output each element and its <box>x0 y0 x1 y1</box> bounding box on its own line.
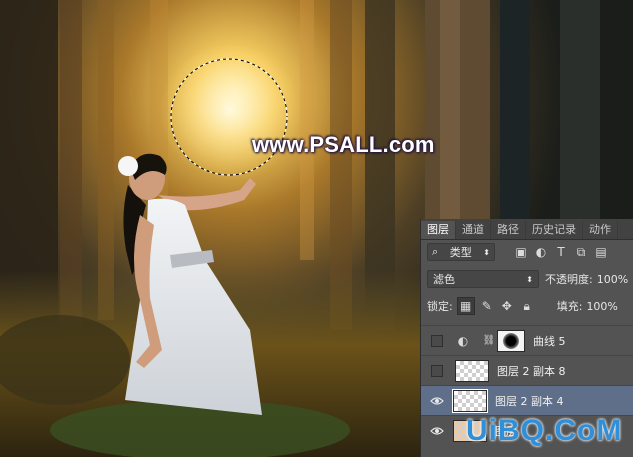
tab-history[interactable]: 历史记录 <box>526 221 583 239</box>
eye-icon[interactable] <box>430 424 444 438</box>
lock-transparency-icon[interactable]: ▦ <box>456 297 475 315</box>
fill-value[interactable]: 100% <box>586 300 617 313</box>
opacity-label: 不透明度: <box>545 273 593 286</box>
updown-icon: ⬍ <box>526 274 533 284</box>
layer-row[interactable]: ◐ ⛓ 曲线 5 <box>421 325 633 355</box>
blend-mode-value: 滤色 <box>433 273 455 286</box>
blend-row: 滤色 ⬍ 不透明度: 100% <box>421 269 633 289</box>
layer-name: 曲线 5 <box>533 334 566 348</box>
layer-name: 图层 2 副本 4 <box>495 394 564 408</box>
filter-adjustment-icon[interactable]: ◐ <box>533 244 549 260</box>
eye-icon[interactable] <box>430 394 444 408</box>
search-icon: ⌕ <box>432 245 439 258</box>
eye-icon-glyph <box>430 426 444 435</box>
opacity-value[interactable]: 100% <box>597 273 628 286</box>
panel-tabs: 图层 通道 路径 历史记录 动作 <box>421 219 633 240</box>
tab-paths[interactable]: 路径 <box>491 221 526 239</box>
lock-paint-icon[interactable]: ✎ <box>479 298 495 314</box>
lock-row: 锁定: ▦ ✎ ✥ 🔒︎ 填充: 100% <box>421 296 633 316</box>
lock-all-icon[interactable]: 🔒︎ <box>519 298 535 314</box>
updown-icon: ⬍ <box>483 247 490 257</box>
tab-layers[interactable]: 图层 <box>421 221 456 239</box>
layer-thumbnail <box>452 388 488 413</box>
tab-actions[interactable]: 动作 <box>583 221 618 239</box>
lock-label: 锁定: <box>427 300 453 313</box>
visibility-toggle[interactable] <box>431 334 443 347</box>
lock-move-icon[interactable]: ✥ <box>499 298 515 314</box>
filter-shape-icon[interactable]: ⧉ <box>573 244 589 260</box>
site-logo: UiBQ.CoM <box>466 414 623 447</box>
filter-kind-label: 类型 <box>449 246 472 259</box>
layer-mask-thumbnail[interactable] <box>497 329 525 352</box>
visibility-toggle[interactable] <box>431 364 443 377</box>
filter-pixel-icon[interactable]: ▣ <box>513 244 529 260</box>
fill-label: 填充: <box>556 300 583 313</box>
mask-shape <box>503 332 519 349</box>
filter-smartobject-icon[interactable]: ▤ <box>593 244 609 260</box>
link-icon[interactable]: ⛓ <box>481 333 497 349</box>
tab-channels[interactable]: 通道 <box>456 221 491 239</box>
filter-kind-select[interactable]: ⌕ 类型 ⬍ <box>427 243 495 261</box>
eye-icon-glyph <box>430 396 444 405</box>
filter-type-icon[interactable]: T <box>553 244 569 260</box>
layer-row-selected[interactable]: 图层 2 副本 4 <box>421 385 633 415</box>
watermark-text: www.PSALL.com <box>252 132 435 157</box>
adjustment-curves-icon: ◐ <box>457 333 469 348</box>
layer-row[interactable]: 图层 2 副本 8 <box>421 355 633 385</box>
filter-row: ⌕ 类型 ⬍ ▣ ◐ T ⧉ ▤ <box>421 242 633 262</box>
layer-name: 图层 2 副本 8 <box>497 364 566 378</box>
layer-thumbnail <box>455 359 489 382</box>
blend-mode-select[interactable]: 滤色 ⬍ <box>427 270 539 288</box>
